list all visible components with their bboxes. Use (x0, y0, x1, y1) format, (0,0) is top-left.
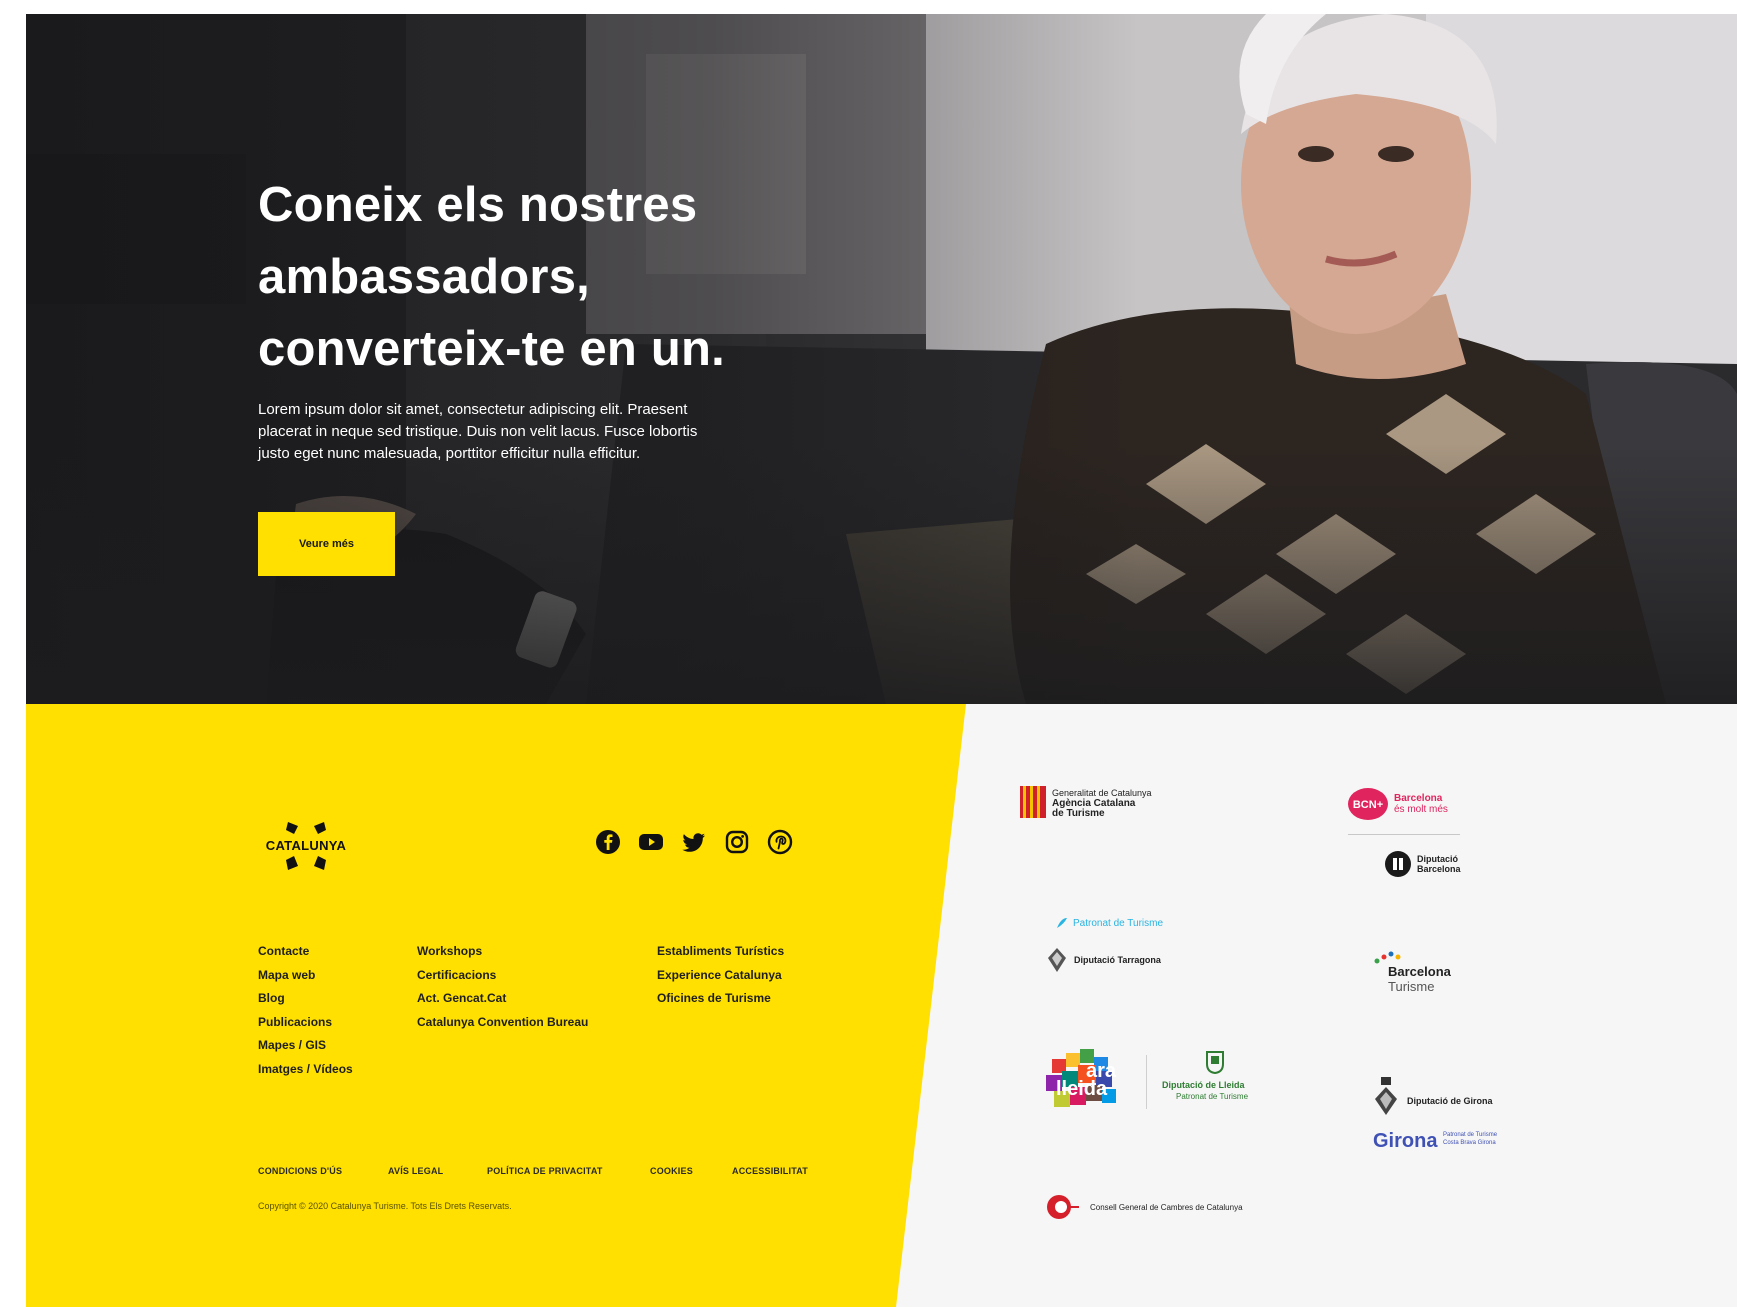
privacy-policy-link[interactable]: POLÍTICA DE PRIVACITAT (487, 1166, 603, 1176)
wave-icon (1057, 918, 1067, 928)
brand-name: CATALUNYA (265, 838, 347, 853)
hero-title: Coneix els nostres ambassadors, converte… (258, 178, 725, 376)
dots-icon (1374, 951, 1401, 964)
footer: CATALUNYA Contacte Mapa web Blog Publica… (26, 704, 1737, 1307)
youtube-icon[interactable] (638, 829, 664, 855)
link-mapes-gis[interactable]: Mapes / GIS (258, 1034, 353, 1058)
copyright-text: Copyright © 2020 Catalunya Turisme. Tots… (258, 1201, 512, 1211)
diputacio-lleida-emblem-icon (1206, 1051, 1224, 1074)
diputacio-girona-name: Diputació de Girona (1407, 1096, 1493, 1106)
legal-notice-link[interactable]: AVÍS LEGAL (388, 1166, 443, 1176)
footer-links-col3: Establiments Turístics Experience Catalu… (657, 940, 784, 1011)
cambres-emblem-icon (1047, 1195, 1079, 1219)
link-publicacions[interactable]: Publicacions (258, 1011, 353, 1035)
bcn-subtitle: és molt més (1394, 804, 1448, 815)
diputacio-girona-emblem-icon (1375, 1077, 1397, 1115)
girona-sub1: Patronat de Turisme (1443, 1132, 1498, 1138)
link-workshops[interactable]: Workshops (417, 940, 588, 964)
divider (1348, 834, 1460, 835)
consell-cambres-name: Consell General de Cambres de Catalunya (1090, 1203, 1243, 1212)
bcn-badge-icon: BCN+ (1348, 788, 1388, 820)
instagram-icon[interactable] (724, 829, 750, 855)
patronat-tarragona-name: Patronat de Turisme (1073, 918, 1164, 929)
link-mapa-web[interactable]: Mapa web (258, 964, 353, 988)
barcelona-turisme-logo[interactable]: Barcelona Turisme (1374, 951, 1451, 994)
pinterest-icon[interactable] (767, 829, 793, 855)
ara-lleida-line2: lleida (1056, 1078, 1108, 1100)
footer-links-col1: Contacte Mapa web Blog Publicacions Mape… (258, 940, 353, 1081)
diputacio-barcelona-line2: Barcelona (1417, 864, 1461, 874)
link-oficines[interactable]: Oficines de Turisme (657, 987, 784, 1011)
see-more-button[interactable]: Veure més (258, 512, 395, 576)
hero-section: Coneix els nostres ambassadors, converte… (26, 14, 1737, 704)
girona-wordmark: Girona (1373, 1130, 1438, 1152)
barcelona-turisme-subtitle: Turisme (1388, 979, 1435, 994)
link-act-gencat[interactable]: Act. Gencat.Cat (417, 987, 588, 1011)
diputacio-barcelona-emblem-icon (1385, 851, 1411, 877)
link-experience[interactable]: Experience Catalunya (657, 964, 784, 988)
generalitat-emblem-icon (1020, 786, 1046, 818)
generalitat-logo[interactable]: Generalitat de Catalunya Agència Catalan… (1020, 786, 1152, 823)
girona-sub2: Costa Brava Girona (1443, 1140, 1496, 1146)
twitter-icon[interactable] (681, 829, 707, 855)
diputacio-tarragona-name: Diputació Tarragona (1074, 955, 1161, 965)
link-certificacions[interactable]: Certificacions (417, 964, 588, 988)
link-imatges-videos[interactable]: Imatges / Vídeos (258, 1058, 353, 1082)
link-convention-bureau[interactable]: Catalunya Convention Bureau (417, 1011, 588, 1035)
link-establiments[interactable]: Establiments Turístics (657, 940, 784, 964)
patronat-tarragona-logo[interactable]: Patronat de Turisme (1055, 916, 1163, 935)
barcelona-turisme-title: Barcelona (1388, 964, 1451, 979)
legal-conditions-link[interactable]: CONDICIONS D'ÚS (258, 1166, 342, 1176)
svg-text:BCN+: BCN+ (1353, 799, 1383, 811)
hero-description: Lorem ipsum dolor sit amet, consectetur … (258, 401, 698, 462)
generalitat-agency-sub: de Turisme (1052, 808, 1105, 819)
diputacio-lleida-name: Diputació de Lleida (1162, 1080, 1245, 1090)
link-contacte[interactable]: Contacte (258, 940, 353, 964)
page: Coneix els nostres ambassadors, converte… (26, 14, 1737, 1307)
link-blog[interactable]: Blog (258, 987, 353, 1011)
ara-lleida-logo[interactable]: ara lleida (1046, 1049, 1147, 1118)
barcelona-es-molt-mes-logo[interactable]: BCN+ Barcelona és molt més (1348, 788, 1460, 835)
facebook-icon[interactable] (595, 829, 621, 855)
accessibility-link[interactable]: ACCESSIBILITAT (732, 1166, 808, 1176)
diputacio-tarragona-logo[interactable]: Diputació Tarragona (1046, 946, 1161, 979)
divider (1146, 1055, 1147, 1109)
consell-cambres-logo[interactable]: Consell General de Cambres de Catalunya (1046, 1194, 1243, 1225)
diputacio-tarragona-emblem-icon (1048, 948, 1066, 972)
diputacio-lleida-sub: Patronat de Turisme (1176, 1092, 1249, 1101)
diputacio-barcelona-logo[interactable]: Diputació Barcelona (1385, 851, 1461, 882)
footer-links-col2: Workshops Certificacions Act. Gencat.Cat… (417, 940, 588, 1034)
diputacio-girona-logo[interactable]: Diputació de Girona (1373, 1077, 1493, 1122)
bcn-title: Barcelona (1394, 793, 1443, 804)
cookies-link[interactable]: COOKIES (650, 1166, 693, 1176)
